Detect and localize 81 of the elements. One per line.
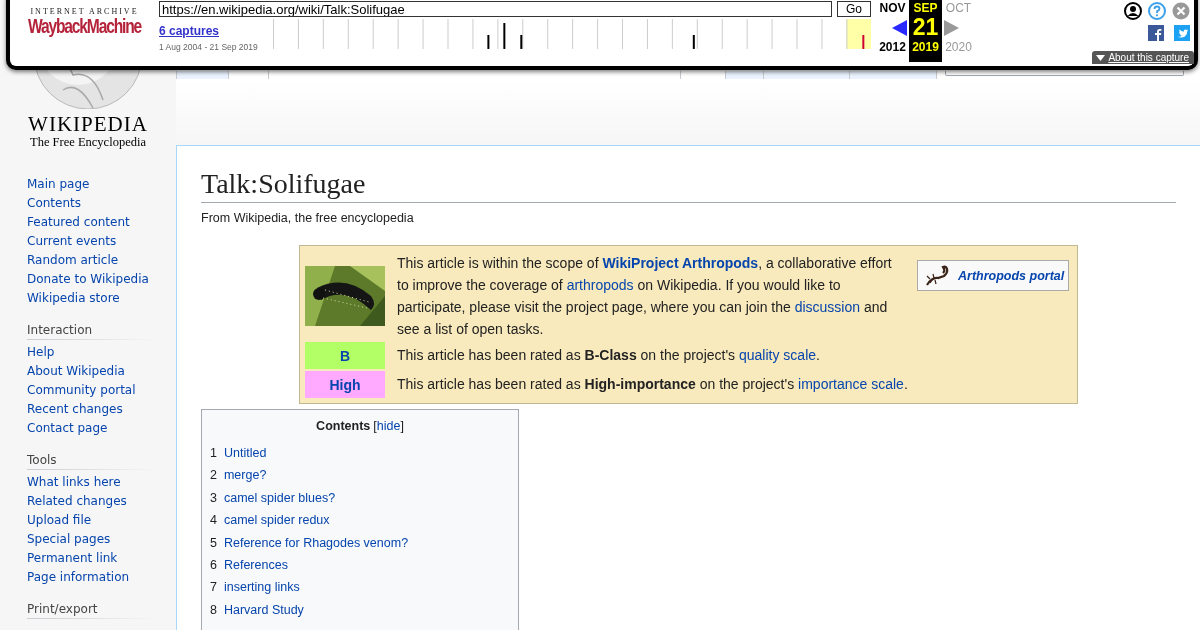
toc-number: 4 [210, 513, 217, 530]
toc-link[interactable]: Harvard Study [223, 602, 304, 626]
sidebar-link[interactable]: Donate to Wikipedia [27, 270, 149, 289]
sidebar-link[interactable]: Page information [27, 568, 130, 587]
twitter-icon[interactable] [1174, 25, 1190, 41]
scorpion-icon [924, 264, 950, 287]
month-label: OCT [945, 1, 972, 15]
archive-logo-text: INTERNET ARCHIVE [30, 7, 139, 16]
close-icon[interactable] [1172, 2, 1190, 20]
portal-link[interactable]: Arthropods portal [917, 260, 1070, 291]
url-field[interactable]: https://en.wikipedia.org/wiki/Talk:Solifugae [159, 1, 832, 17]
sidebar-link[interactable]: Contact page [27, 419, 108, 438]
wikipedia-tagline: The Free Encyclopedia [30, 135, 146, 149]
sidebar-link[interactable]: What links here [27, 473, 121, 492]
sidebar-link[interactable]: Wikipedia store [27, 289, 120, 308]
about-capture-button[interactable]: About this capture [1092, 51, 1194, 64]
sidebar-link[interactable]: Community portal [27, 381, 136, 400]
calendar-month[interactable]: NOV 2012 [876, 0, 909, 62]
previous-arrow-icon[interactable] [892, 19, 907, 36]
page-subtitle: From Wikipedia, the free encyclopedia [201, 211, 415, 225]
year-label: 2019 [912, 40, 939, 54]
sidebar-link[interactable]: About Wikipedia [27, 362, 125, 381]
text-link[interactable]: importance scale [798, 376, 904, 392]
page-title: Talk:Solifugae [201, 166, 1176, 203]
triangle-down-icon [1096, 54, 1106, 61]
user-icon[interactable] [1124, 2, 1142, 20]
facebook-icon[interactable] [1148, 25, 1164, 41]
text-link[interactable]: discussion [794, 299, 861, 315]
sidebar-link[interactable]: Random article [27, 251, 119, 270]
wayback-logo[interactable]: WaybackMachine [27, 15, 142, 38]
month-label: SEP [913, 1, 938, 15]
toc-link[interactable]: inserting links [223, 580, 300, 603]
page-tab[interactable] [763, 71, 850, 79]
toc-link[interactable]: merge? [223, 468, 267, 491]
rating-text: This article has been rated as B-Class on the project's quality scale. [397, 346, 821, 365]
toc-number: 3 [210, 490, 217, 507]
page-tab[interactable] [849, 71, 937, 79]
sidebar-link[interactable]: Help [27, 343, 55, 362]
day-label: 21 [912, 14, 939, 41]
contents-heading: Contents [316, 419, 371, 433]
toc-link[interactable]: References [223, 557, 288, 581]
text-link[interactable]: arthropods [566, 277, 634, 293]
sidebar-link[interactable]: Related changes [27, 492, 127, 511]
help-icon[interactable] [1148, 2, 1166, 20]
rating-text: This article has been rated as High-importance on the project's importance scale. [397, 375, 909, 394]
page-tab[interactable] [725, 71, 764, 79]
captures-link[interactable]: 6 captures [159, 24, 273, 38]
toc-link[interactable]: camel spider blues? [223, 490, 336, 514]
page-tab[interactable] [176, 71, 229, 79]
toc-number: 5 [210, 535, 217, 552]
sidebar-link[interactable]: Permanent link [27, 549, 118, 568]
year-label: 2012 [879, 40, 906, 54]
toc-link[interactable]: camel spider redux [223, 513, 330, 536]
sidebar-link[interactable]: Recent changes [27, 400, 123, 419]
toc-number: 6 [210, 557, 217, 574]
toc-number: 1 [210, 446, 217, 462]
toc-number: 7 [210, 580, 217, 597]
sidebar-link[interactable]: Current events [27, 232, 117, 251]
rating-label[interactable]: High [305, 371, 385, 398]
search-field[interactable] [945, 71, 1184, 76]
toc-toggle: [hide] [373, 419, 404, 433]
wikipedia-wordmark[interactable]: WIKIPEDIA [28, 113, 148, 135]
go-button[interactable]: Go [837, 1, 871, 17]
toc-number: 2 [210, 468, 217, 485]
toc-number: 8 [210, 602, 217, 619]
calendar-month[interactable]: SEP 21 2019 [909, 0, 942, 62]
sidebar-link[interactable]: Upload file [27, 511, 92, 530]
sidebar-link[interactable]: Special pages [27, 530, 111, 549]
capture-range: 1 Aug 2004 - 21 Sep 2019 [159, 42, 259, 52]
text-link[interactable]: quality scale [739, 347, 817, 363]
next-arrow-icon[interactable] [944, 19, 959, 36]
sidebar-link[interactable]: Featured content [27, 213, 130, 232]
toc-link[interactable]: Untitled [223, 446, 267, 469]
month-label: NOV [879, 1, 906, 15]
toc-link[interactable]: Reference for Rhagodes venom? [223, 535, 409, 558]
year-label: 2020 [945, 40, 972, 54]
project-notice: This article is within the scope of WikiProject Arthropods, a collaborative effort to improve the coverage of arthropods on Wikipedia. If you would like to participate, please visit the project page, where you can join the discussion and see a list of open tasks. [397, 254, 893, 339]
capture-sparkline[interactable] [272, 19, 871, 49]
sidebar-link[interactable]: Contents [27, 194, 81, 213]
sidebar-link[interactable]: Main page [27, 175, 90, 194]
rating-label[interactable]: B [305, 342, 385, 369]
